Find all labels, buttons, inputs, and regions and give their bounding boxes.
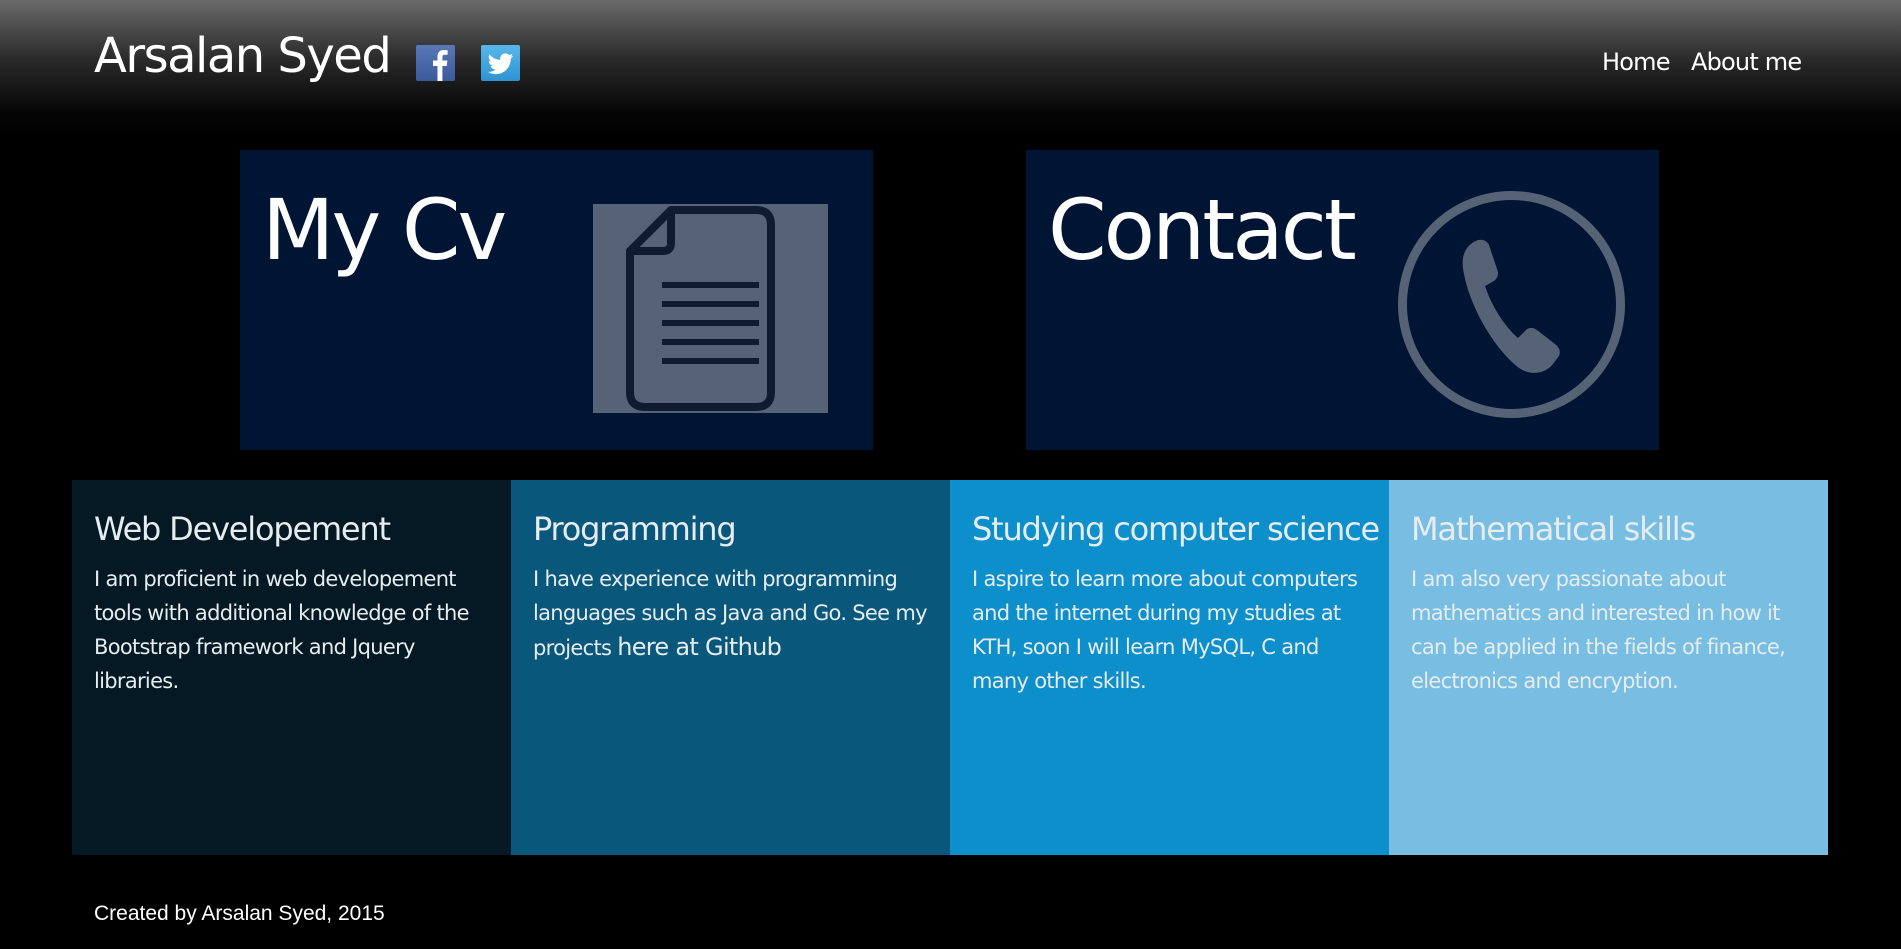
computer-science-panel: Studying computer science I aspire to le… (950, 480, 1389, 855)
my-cv-tile[interactable]: My Cv (240, 150, 873, 450)
mathematical-skills-panel: Mathematical skills I am also very passi… (1389, 480, 1828, 855)
site-title: Arsalan Syed (94, 28, 392, 84)
panel-heading: Programming (533, 510, 737, 548)
panel-text-container: I have experience with programming langu… (533, 562, 928, 665)
my-cv-title: My Cv (262, 181, 507, 279)
panel-text: I aspire to learn more about computers a… (972, 567, 1358, 693)
twitter-glyph (487, 53, 514, 75)
document-icon (593, 204, 828, 413)
panel-heading: Mathematical skills (1411, 510, 1696, 548)
github-link[interactable]: here at Github (617, 633, 782, 661)
site-header: Arsalan Syed Home About me (0, 0, 1901, 133)
phone-icon (1395, 188, 1628, 421)
web-development-panel: Web Developement I am proficient in web … (72, 480, 511, 855)
panel-heading: Web Developement (94, 510, 391, 548)
twitter-icon[interactable] (481, 45, 520, 81)
facebook-icon[interactable] (416, 45, 455, 81)
panel-text: I am also very passionate about mathemat… (1411, 567, 1786, 693)
panel-heading: Studying computer science (972, 510, 1380, 548)
programming-panel: Programming I have experience with progr… (511, 480, 950, 855)
contact-tile[interactable]: Contact (1026, 150, 1659, 450)
panel-text: I am proficient in web developement tool… (94, 567, 470, 693)
footer-text: Created by Arsalan Syed, 2015 (94, 902, 385, 925)
facebook-glyph (433, 50, 448, 81)
contact-title: Contact (1048, 181, 1357, 279)
nav-about-me[interactable]: About me (1691, 48, 1802, 76)
nav-home[interactable]: Home (1602, 48, 1670, 76)
